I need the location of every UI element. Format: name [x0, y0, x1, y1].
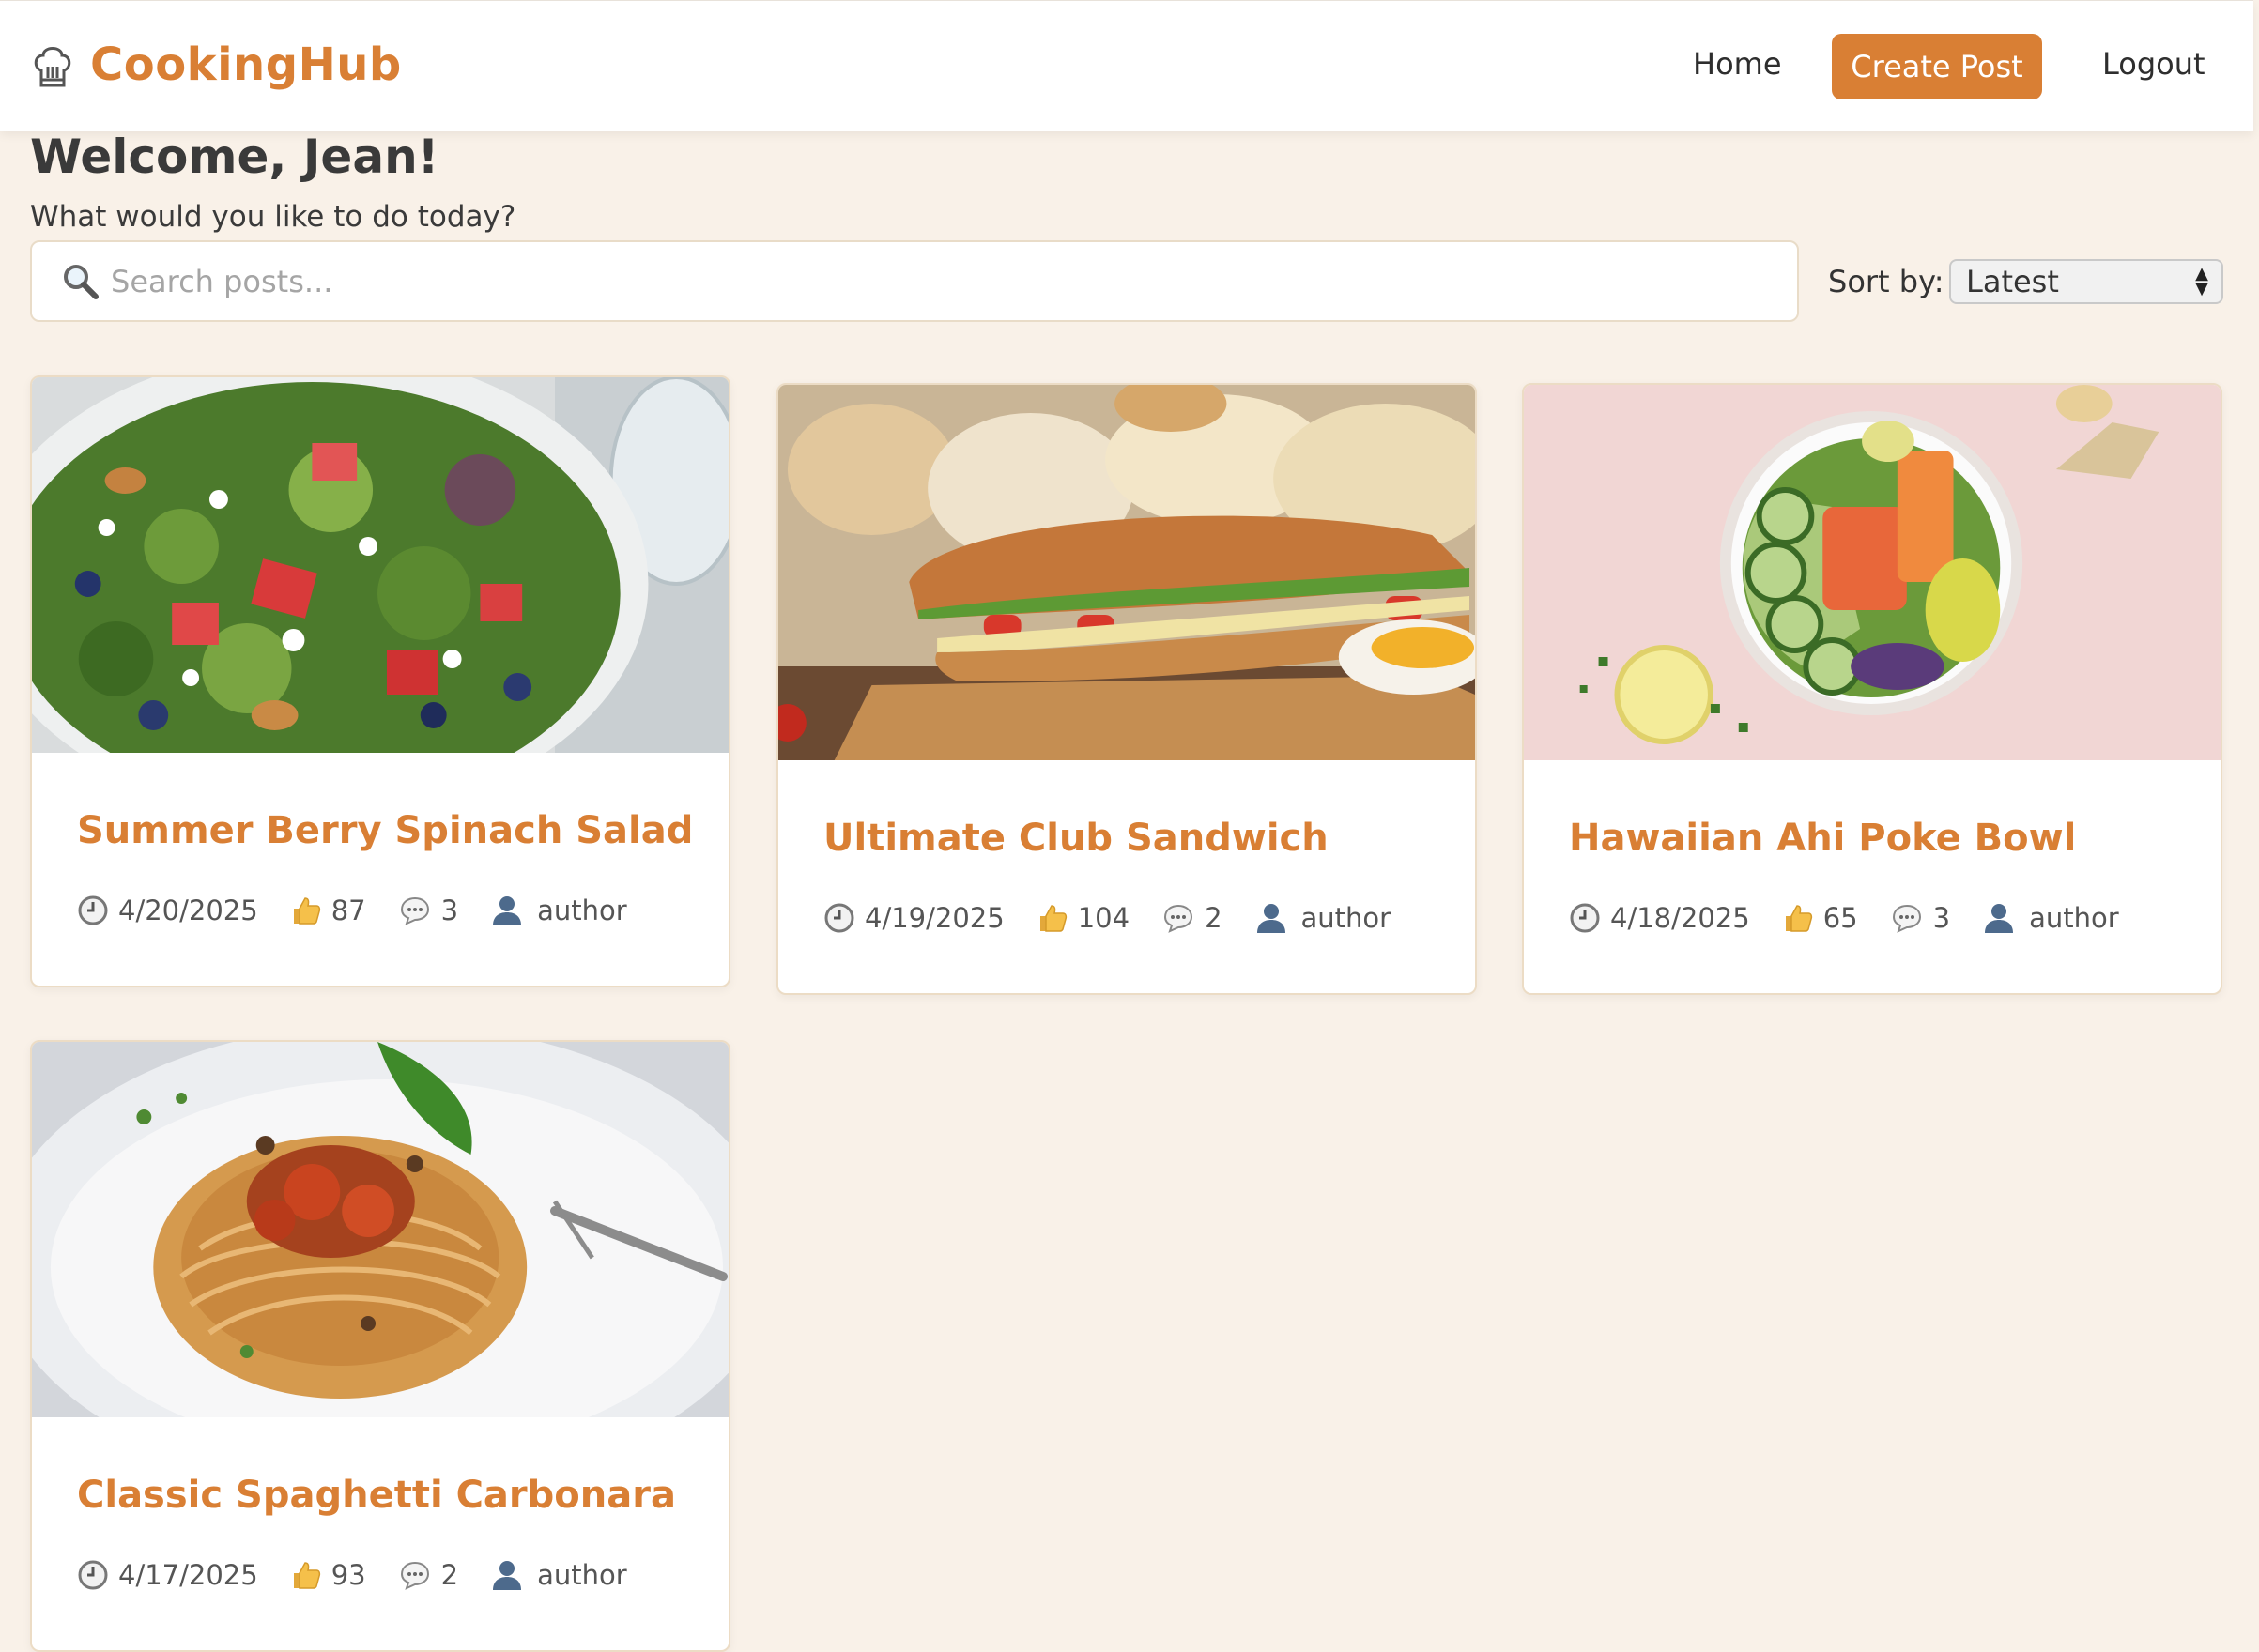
post-meta: 4/18/2025 65 3 author [1569, 901, 2151, 935]
clock-icon [824, 903, 854, 933]
comment-icon [400, 1561, 429, 1590]
post-card[interactable]: Classic Spaghetti Carbonara 4/17/2025 93… [30, 1040, 730, 1652]
post-comments[interactable]: 2 [1161, 902, 1222, 934]
clock-icon [78, 895, 108, 925]
post-likes[interactable]: 87 [290, 895, 366, 926]
poke-bowl-photo [1524, 385, 2221, 760]
thumbs-up-icon [293, 897, 320, 925]
user-icon [493, 896, 522, 925]
post-comments[interactable]: 3 [1890, 902, 1950, 934]
user-icon [493, 1561, 522, 1590]
nav-home-link[interactable]: Home [1693, 46, 1782, 82]
post-date: 4/19/2025 [823, 902, 1005, 934]
post-likes[interactable]: 65 [1782, 902, 1858, 934]
post-date: 4/18/2025 [1569, 902, 1750, 934]
post-date: 4/20/2025 [77, 895, 258, 926]
comment-icon [400, 896, 429, 925]
logout-link[interactable]: Logout [2102, 46, 2205, 82]
search-icon [64, 264, 99, 299]
post-meta: 4/20/2025 87 3 author [77, 894, 659, 927]
sort-selected-value: Latest [1966, 264, 2059, 299]
post-author[interactable]: author [490, 894, 627, 927]
brand-name: CookingHub [90, 38, 402, 91]
post-card[interactable]: Hawaiian Ahi Poke Bowl 4/18/2025 65 3 au… [1522, 383, 2222, 995]
post-comments[interactable]: 2 [398, 1559, 458, 1591]
post-card[interactable]: Ultimate Club Sandwich 4/19/2025 104 2 a… [776, 383, 1477, 995]
sort-select[interactable]: Latest ▲ ▼ [1949, 259, 2223, 304]
chef-hat-icon [34, 47, 71, 87]
post-meta: 4/17/2025 93 2 author [77, 1558, 659, 1592]
brand-logo[interactable]: CookingHub [32, 38, 402, 91]
salad-photo [32, 377, 729, 753]
comment-icon [1892, 904, 1921, 933]
post-date: 4/17/2025 [77, 1559, 258, 1591]
post-card[interactable]: Summer Berry Spinach Salad 4/20/2025 87 … [30, 375, 730, 987]
comment-icon [1164, 904, 1193, 933]
sandwich-photo [778, 385, 1475, 760]
user-icon [1985, 904, 2014, 933]
post-author[interactable]: author [1982, 901, 2119, 935]
post-meta: 4/19/2025 104 2 author [823, 901, 1422, 935]
post-title[interactable]: Ultimate Club Sandwich [823, 817, 1329, 860]
create-post-button[interactable]: Create Post [1832, 34, 2042, 99]
post-author[interactable]: author [1254, 901, 1391, 935]
user-icon [1256, 904, 1285, 933]
post-comments[interactable]: 3 [398, 895, 458, 926]
post-author[interactable]: author [490, 1558, 627, 1592]
post-likes[interactable]: 104 [1037, 902, 1130, 934]
thumbs-up-icon [1785, 905, 1812, 932]
sort-label: Sort by: [1828, 264, 1944, 299]
post-title[interactable]: Summer Berry Spinach Salad [77, 809, 693, 852]
post-likes[interactable]: 93 [290, 1559, 366, 1591]
search-input[interactable]: Search posts... [30, 240, 1799, 322]
page-title: Welcome, Jean! [30, 130, 439, 184]
search-placeholder: Search posts... [111, 263, 333, 299]
post-title[interactable]: Hawaiian Ahi Poke Bowl [1569, 817, 2076, 860]
top-navbar: CookingHub Home Create Post Logout [0, 0, 2253, 131]
post-title[interactable]: Classic Spaghetti Carbonara [77, 1474, 676, 1517]
thumbs-up-icon [293, 1562, 320, 1589]
select-arrows-icon: ▲ ▼ [2195, 264, 2208, 298]
spaghetti-photo [32, 1042, 729, 1417]
page-subtitle: What would you like to do today? [30, 200, 516, 234]
thumbs-up-icon [1039, 905, 1067, 932]
clock-icon [1570, 903, 1600, 933]
clock-icon [78, 1560, 108, 1590]
